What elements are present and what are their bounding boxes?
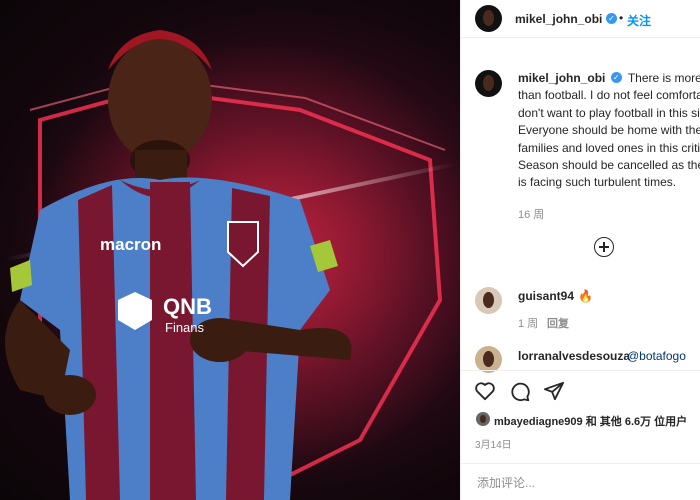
- add-comment-bar: [461, 463, 700, 500]
- avatar[interactable]: [475, 5, 502, 32]
- post-header: mikel_john_obi ✓ • 关注: [461, 0, 700, 38]
- add-icon[interactable]: [594, 237, 614, 257]
- liker-avatar[interactable]: [476, 412, 490, 426]
- reply-button[interactable]: 回复: [547, 315, 569, 331]
- comment-username[interactable]: guisant94: [518, 289, 574, 303]
- sponsor-main-text: QNB: [163, 294, 212, 319]
- post-actions: mbayediagne909 和 其他 6.6万 位用户 3月14日: [461, 370, 700, 500]
- comment-mention[interactable]: @botafogo: [627, 349, 686, 363]
- sponsor-sub-text: Finans: [165, 320, 205, 335]
- photo-illustration: macron QNB Finans: [4, 30, 460, 500]
- caption-avatar[interactable]: [475, 70, 502, 97]
- caption-text: There is more to life than football. I d…: [518, 71, 700, 190]
- post-photo[interactable]: macron QNB Finans: [0, 0, 460, 500]
- post-view: macron QNB Finans mikel_john_obi ✓ • 关注 …: [0, 0, 700, 500]
- caption: mikel_john_obi ✓ There is more to life t…: [518, 70, 700, 192]
- comment-time[interactable]: 1 周: [518, 315, 538, 331]
- comment-input[interactable]: [475, 475, 679, 491]
- likes-summary[interactable]: mbayediagne909 和 其他 6.6万 位用户: [494, 413, 687, 429]
- macron-logo-text: macron: [100, 235, 161, 254]
- heart-icon[interactable]: [474, 381, 496, 401]
- caption-time[interactable]: 16 周: [518, 206, 544, 222]
- verified-icon: ✓: [610, 72, 622, 84]
- comment-icon[interactable]: [509, 381, 531, 403]
- comment-avatar[interactable]: [475, 287, 502, 314]
- liker-username[interactable]: mbayediagne909: [494, 416, 583, 428]
- caption-username[interactable]: mikel_john_obi: [518, 71, 605, 85]
- post-sidebar: mikel_john_obi ✓ • 关注 mikel_john_obi ✓ T…: [460, 0, 700, 500]
- fire-emoji: 🔥: [578, 289, 593, 303]
- dot-separator: •: [619, 11, 624, 25]
- post-date: 3月14日: [475, 440, 512, 451]
- share-icon[interactable]: [543, 381, 565, 401]
- follow-button[interactable]: 关注: [627, 12, 651, 29]
- comment-username[interactable]: lorranalvesdesouza: [518, 349, 630, 363]
- comment-avatar[interactable]: [475, 346, 502, 373]
- header-username[interactable]: mikel_john_obi: [515, 12, 602, 26]
- verified-icon: ✓: [606, 13, 617, 24]
- likes-text: 和 其他 6.6万 位用户: [585, 416, 688, 428]
